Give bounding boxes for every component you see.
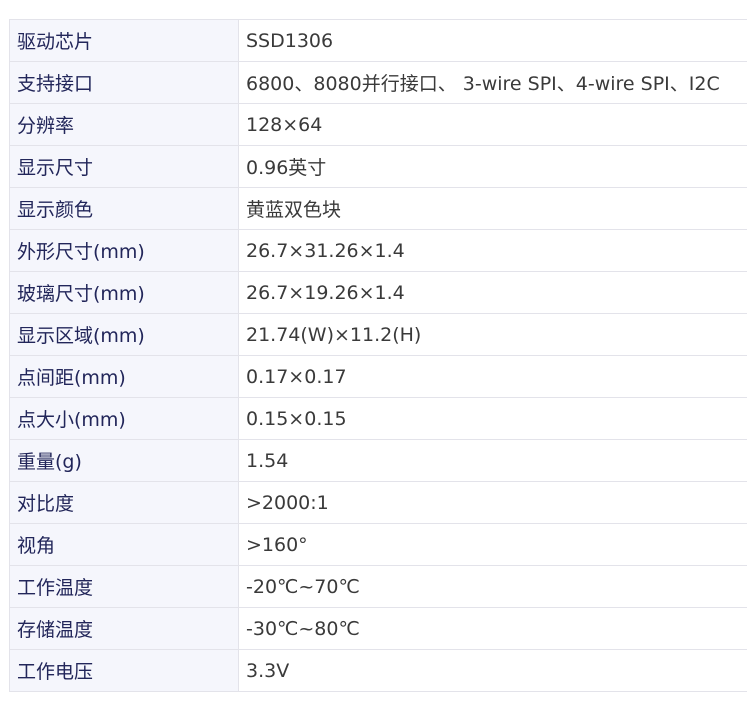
table-row: 工作电压 3.3V <box>9 649 747 692</box>
spec-value: 26.7×31.26×1.4 <box>238 229 747 272</box>
spec-label: 分辨率 <box>9 103 239 146</box>
spec-label: 工作温度 <box>9 565 239 608</box>
table-row: 玻璃尺寸(mm) 26.7×19.26×1.4 <box>9 271 747 314</box>
spec-value: 黄蓝双色块 <box>238 187 747 230</box>
spec-value: -20℃~70℃ <box>238 565 747 608</box>
table-row: 显示尺寸 0.96英寸 <box>9 145 747 188</box>
table-row: 视角 >160° <box>9 523 747 566</box>
spec-value: 3.3V <box>238 649 747 692</box>
spec-table: 驱动芯片 SSD1306 支持接口 6800、8080并行接口、 3-wire … <box>9 19 747 692</box>
spec-label: 点间距(mm) <box>9 355 239 398</box>
spec-value: 26.7×19.26×1.4 <box>238 271 747 314</box>
table-row: 重量(g) 1.54 <box>9 439 747 482</box>
spec-label: 玻璃尺寸(mm) <box>9 271 239 314</box>
spec-label: 工作电压 <box>9 649 239 692</box>
spec-value: 0.17×0.17 <box>238 355 747 398</box>
table-row: 驱动芯片 SSD1306 <box>9 19 747 62</box>
spec-value: 6800、8080并行接口、 3-wire SPI、4-wire SPI、I2C <box>238 61 747 104</box>
table-row: 显示区域(mm) 21.74(W)×11.2(H) <box>9 313 747 356</box>
table-row: 支持接口 6800、8080并行接口、 3-wire SPI、4-wire SP… <box>9 61 747 104</box>
table-row: 点间距(mm) 0.17×0.17 <box>9 355 747 398</box>
spec-label: 显示颜色 <box>9 187 239 230</box>
table-row: 对比度 >2000:1 <box>9 481 747 524</box>
spec-value: 0.15×0.15 <box>238 397 747 440</box>
spec-value: 128×64 <box>238 103 747 146</box>
spec-label: 点大小(mm) <box>9 397 239 440</box>
spec-label: 驱动芯片 <box>9 19 239 62</box>
spec-value: >2000:1 <box>238 481 747 524</box>
table-row: 存储温度 -30℃~80℃ <box>9 607 747 650</box>
spec-table-body: 驱动芯片 SSD1306 支持接口 6800、8080并行接口、 3-wire … <box>9 19 747 692</box>
table-row: 外形尺寸(mm) 26.7×31.26×1.4 <box>9 229 747 272</box>
table-row: 显示颜色 黄蓝双色块 <box>9 187 747 230</box>
spec-label: 重量(g) <box>9 439 239 482</box>
table-row: 分辨率 128×64 <box>9 103 747 146</box>
spec-value: >160° <box>238 523 747 566</box>
spec-value: -30℃~80℃ <box>238 607 747 650</box>
table-row: 工作温度 -20℃~70℃ <box>9 565 747 608</box>
spec-value: 21.74(W)×11.2(H) <box>238 313 747 356</box>
spec-label: 外形尺寸(mm) <box>9 229 239 272</box>
table-row: 点大小(mm) 0.15×0.15 <box>9 397 747 440</box>
spec-value: 1.54 <box>238 439 747 482</box>
spec-label: 对比度 <box>9 481 239 524</box>
spec-label: 显示尺寸 <box>9 145 239 188</box>
spec-value: SSD1306 <box>238 19 747 62</box>
spec-label: 支持接口 <box>9 61 239 104</box>
spec-label: 显示区域(mm) <box>9 313 239 356</box>
spec-label: 存储温度 <box>9 607 239 650</box>
spec-label: 视角 <box>9 523 239 566</box>
spec-value: 0.96英寸 <box>238 145 747 188</box>
